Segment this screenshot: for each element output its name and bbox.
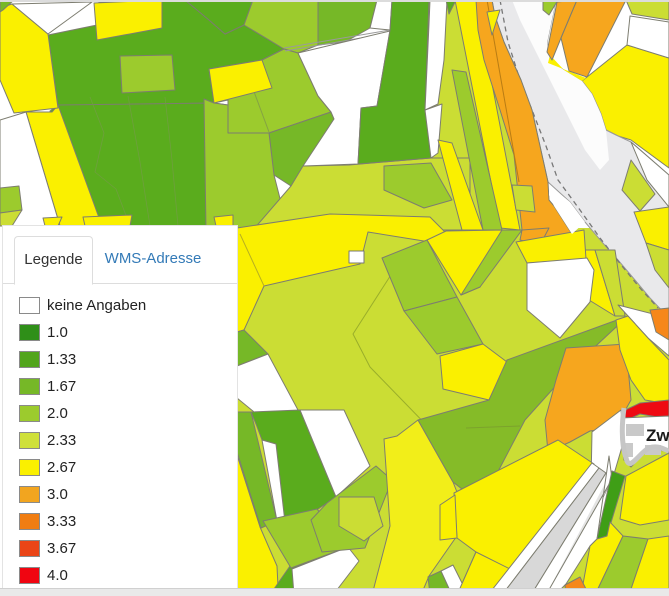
svg-text:Zw: Zw [646,426,669,445]
